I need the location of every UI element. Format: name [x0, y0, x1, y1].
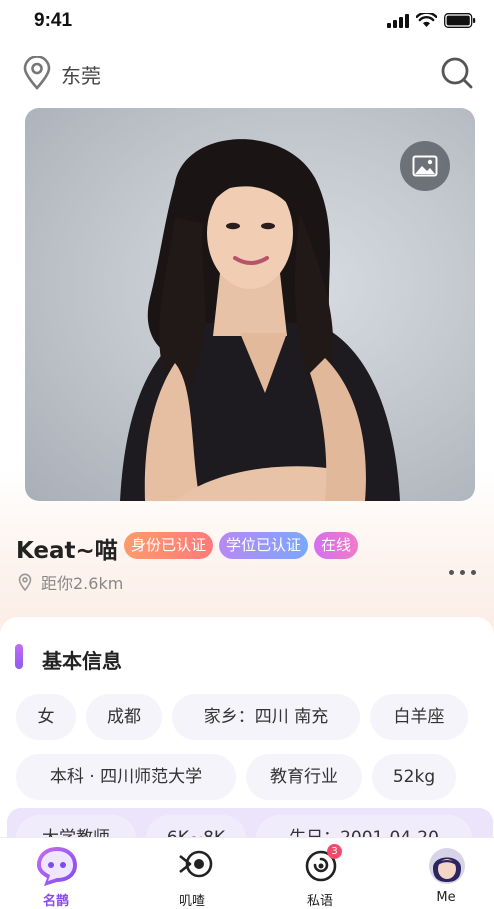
distance-pin-icon: [18, 573, 32, 591]
tab-siyu[interactable]: 3 私语: [275, 838, 365, 909]
chat-bubble-icon: [37, 847, 77, 886]
status-icons: [387, 13, 476, 28]
fish-icon: [179, 850, 213, 878]
avatar-icon: [429, 848, 465, 884]
tab-label-siyu: 私语: [306, 894, 333, 909]
tab-label-mingque: 名鹊: [42, 894, 69, 909]
status-bar: 9:41: [0, 0, 494, 44]
badge-online: 在线: [314, 532, 359, 559]
search-icon[interactable]: [440, 56, 474, 90]
signal-icon: [387, 13, 409, 28]
profile-name: Keat~喵: [16, 538, 118, 564]
bottom-tab-bar: 名鹊 叽喳 3 私语 Me: [0, 837, 494, 909]
wifi-icon: [416, 13, 437, 27]
battery-icon: [444, 13, 476, 28]
status-time: 9:41: [34, 10, 73, 31]
tab-jizha[interactable]: 叽喳: [147, 838, 237, 909]
tab-label-jizha: 叽喳: [178, 894, 205, 909]
tag-education: 本科 · 四川师范大学: [16, 754, 236, 800]
tab-label-me: Me: [436, 890, 456, 905]
tag-city: 成都: [86, 694, 162, 740]
more-icon[interactable]: [449, 570, 476, 575]
section-accent-bar: [15, 644, 23, 669]
tab-mingque[interactable]: 名鹊: [11, 838, 101, 909]
distance-row: 距你2.6km: [18, 570, 123, 594]
tag-zodiac: 白羊座: [370, 694, 468, 740]
badge-id-verified: 身份已认证: [124, 532, 214, 559]
gallery-button[interactable]: [400, 141, 450, 191]
tag-industry: 教育行业: [246, 754, 362, 800]
location-pin-icon: [23, 56, 51, 90]
location-label[interactable]: 东莞: [61, 60, 101, 89]
tag-weight: 52kg: [372, 754, 456, 800]
top-bar: 东莞: [0, 50, 494, 96]
verification-badges: 身份已认证 学位已认证 在线: [124, 532, 359, 559]
unread-badge: 3: [327, 844, 342, 859]
gallery-icon: [412, 155, 438, 177]
distance-text: 距你2.6km: [41, 574, 124, 593]
section-title: 基本信息: [42, 649, 122, 673]
tab-me[interactable]: Me: [401, 838, 491, 909]
tag-gender: 女: [16, 694, 76, 740]
badge-degree-verified: 学位已认证: [219, 532, 309, 559]
tag-hometown: 家乡：四川 南充: [172, 694, 360, 740]
